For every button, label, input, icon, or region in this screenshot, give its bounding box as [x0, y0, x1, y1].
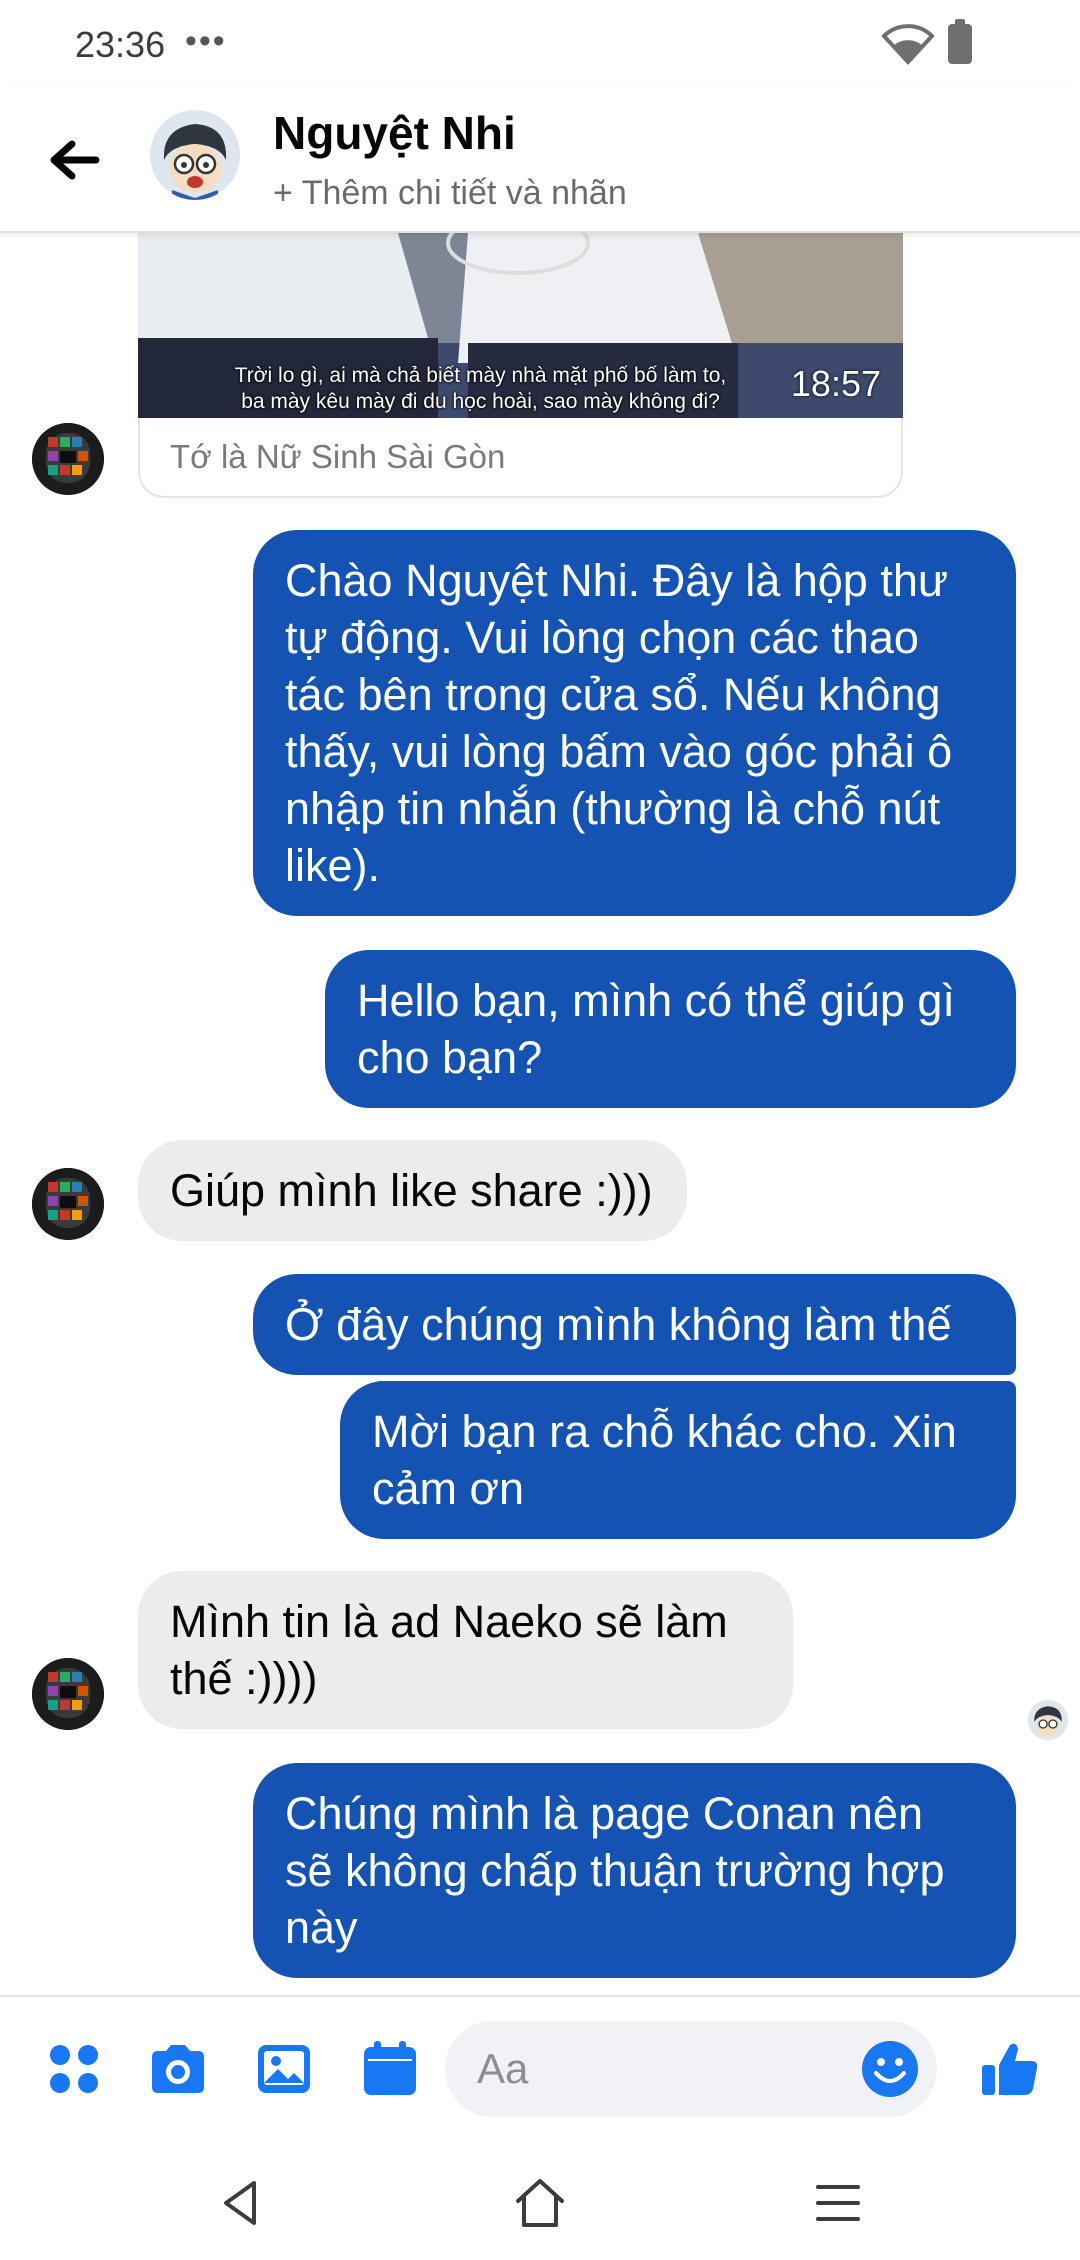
video-card-footer[interactable]: Tớ là Nữ Sinh Sài Gòn: [138, 418, 903, 498]
nav-home-icon[interactable]: [510, 2173, 570, 2233]
camera-icon[interactable]: [146, 2037, 210, 2101]
battery-icon: [948, 19, 972, 64]
message-bubble-sent[interactable]: Chào Nguyệt Nhi. Đây là hộp thư tự động.…: [253, 530, 1016, 916]
message-bubble-sent[interactable]: Mời bạn ra chỗ khác cho. Xin cảm ơn: [340, 1381, 1016, 1539]
message-bubble-sent[interactable]: Chúng mình là page Conan nên sẽ không ch…: [253, 1763, 1016, 1978]
emoji-icon[interactable]: [860, 2039, 920, 2099]
system-navigation-bar: [0, 2135, 1080, 2260]
nav-back-icon[interactable]: [212, 2173, 272, 2233]
message-bubble-sent[interactable]: Ở đây chúng mình không làm thế: [253, 1274, 1016, 1375]
sender-avatar[interactable]: [32, 1168, 104, 1240]
video-title: Tớ là Nữ Sinh Sài Gòn: [170, 438, 506, 475]
pixel-avatar-icon: [32, 1658, 104, 1730]
status-bar: 23:36 •••: [0, 0, 1080, 88]
message-composer: [0, 1995, 1080, 2135]
pixel-avatar-icon: [32, 423, 104, 495]
sender-avatar[interactable]: [32, 423, 104, 495]
video-thumbnail[interactable]: Trời lo gì, ai mà chả biết mày nhà mặt p…: [138, 233, 903, 418]
shared-video-card[interactable]: Trời lo gì, ai mà chả biết mày nhà mặt p…: [138, 233, 903, 498]
back-arrow-icon[interactable]: [44, 130, 104, 190]
message-bubble-sent[interactable]: Hello bạn, mình có thể giúp gì cho bạn?: [325, 950, 1016, 1108]
seen-indicator-avatar: [1028, 1700, 1068, 1740]
video-subtitle: Trời lo gì, ai mà chả biết mày nhà mặt p…: [138, 363, 903, 415]
apps-grid-icon[interactable]: [42, 2037, 106, 2101]
message-bubble-received[interactable]: Giúp mình like share :))): [138, 1140, 687, 1241]
wifi-icon: [881, 24, 935, 65]
add-details-link[interactable]: + Thêm chi tiết và nhãn: [273, 174, 627, 213]
status-time: 23:36: [75, 24, 166, 65]
sender-avatar[interactable]: [32, 1658, 104, 1730]
like-icon[interactable]: [978, 2037, 1042, 2101]
video-subtitle-line-2: ba mày kêu mày đi du học hoài, sao mày k…: [241, 390, 720, 413]
video-duration: 18:57: [790, 363, 881, 404]
contact-avatar[interactable]: [150, 110, 240, 200]
video-subtitle-line-1: Trời lo gì, ai mà chả biết mày nhà mặt p…: [234, 364, 727, 387]
conversation-header: Nguyệt Nhi + Thêm chi tiết và nhãn: [0, 88, 1080, 233]
image-icon[interactable]: [252, 2037, 316, 2101]
message-bubble-received[interactable]: Mình tin là ad Naeko sẽ làm thế :)))): [138, 1571, 793, 1729]
pixel-avatar-icon: [32, 1168, 104, 1240]
message-list[interactable]: Trời lo gì, ai mà chả biết mày nhà mặt p…: [0, 233, 1080, 1995]
status-more-indicator: •••: [185, 22, 227, 60]
cartoon-avatar-icon: [150, 110, 240, 200]
cartoon-avatar-icon: [1028, 1700, 1068, 1740]
contact-name[interactable]: Nguyệt Nhi: [273, 106, 516, 160]
nav-menu-icon[interactable]: [808, 2173, 868, 2233]
calendar-icon[interactable]: [358, 2037, 422, 2101]
